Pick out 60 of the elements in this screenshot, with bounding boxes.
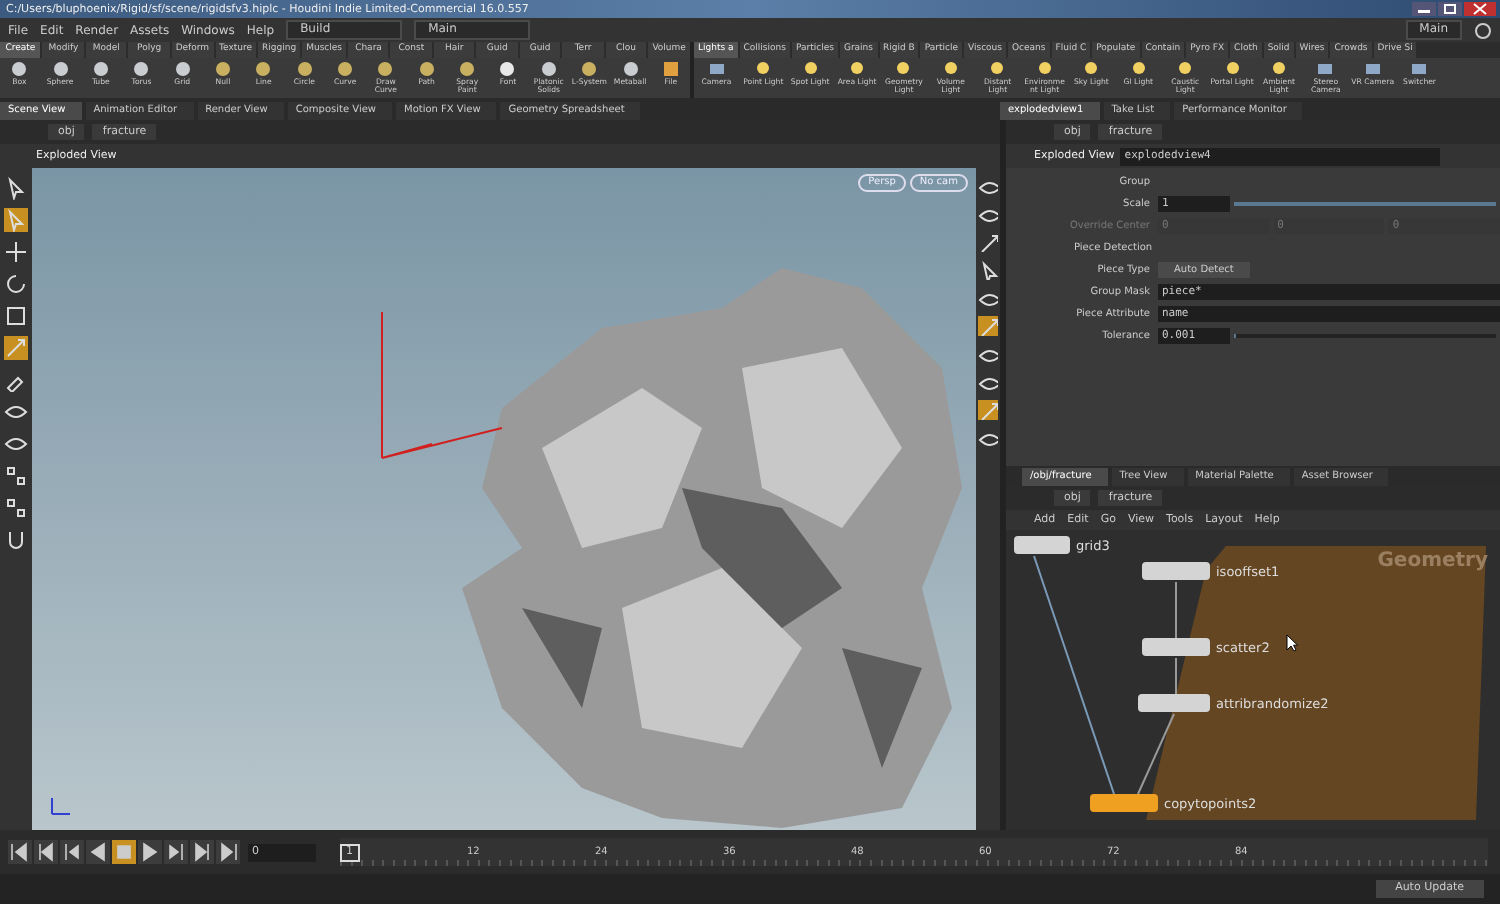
first-icon[interactable] bbox=[8, 840, 32, 864]
rotate-tool-icon[interactable] bbox=[4, 272, 28, 296]
snap-tool-icon[interactable] bbox=[4, 464, 28, 488]
select-tool-icon[interactable] bbox=[4, 176, 28, 200]
maximize-icon[interactable] bbox=[1438, 2, 1462, 16]
axis-indicator-icon bbox=[48, 794, 72, 818]
node-tile[interactable] bbox=[1142, 638, 1210, 656]
snap-tool-icon[interactable] bbox=[4, 496, 28, 520]
camera-icon bbox=[1410, 60, 1429, 78]
last-icon[interactable] bbox=[216, 840, 240, 864]
square-icon bbox=[661, 60, 680, 78]
sphere-icon bbox=[173, 60, 192, 78]
connection-wire bbox=[1137, 713, 1175, 795]
view-tool-icon[interactable] bbox=[978, 428, 998, 448]
node-tile[interactable] bbox=[1138, 694, 1210, 712]
sphere-icon bbox=[51, 60, 70, 78]
view-tool-icon[interactable] bbox=[4, 400, 28, 424]
play-back-icon[interactable] bbox=[86, 840, 110, 864]
play-icon[interactable] bbox=[138, 840, 162, 864]
sphere-icon bbox=[621, 60, 640, 78]
sphere-icon bbox=[10, 60, 29, 78]
mouse-cursor-icon bbox=[1286, 634, 1298, 652]
move-tool-icon[interactable] bbox=[4, 240, 28, 264]
prev-key-icon[interactable] bbox=[34, 840, 58, 864]
sphere-icon bbox=[132, 60, 151, 78]
node-tile[interactable] bbox=[1142, 562, 1210, 580]
magnet-tool-icon[interactable] bbox=[4, 528, 28, 552]
node-tile[interactable] bbox=[1014, 536, 1070, 554]
dot-icon bbox=[254, 60, 273, 78]
connection-wire bbox=[1175, 581, 1177, 639]
view-tool-icon[interactable] bbox=[4, 432, 28, 456]
view-tool-icon[interactable] bbox=[978, 176, 998, 196]
select-tool-icon[interactable] bbox=[978, 260, 998, 280]
sphere-icon bbox=[539, 60, 558, 78]
connection-wire bbox=[1175, 657, 1177, 695]
dot-icon bbox=[336, 60, 355, 78]
view-tool-icon[interactable] bbox=[978, 344, 998, 364]
dot-icon bbox=[376, 60, 395, 78]
help-icon[interactable] bbox=[1474, 21, 1492, 39]
dot-icon bbox=[580, 60, 599, 78]
node-tile[interactable] bbox=[1090, 794, 1158, 812]
step-back-icon[interactable] bbox=[60, 840, 84, 864]
view-tool-icon[interactable] bbox=[978, 288, 998, 308]
dot-icon bbox=[458, 60, 477, 78]
network-box-label: Geometry bbox=[1377, 550, 1488, 572]
camera-icon bbox=[707, 60, 726, 78]
dot-icon bbox=[295, 60, 314, 78]
scale-tool-icon[interactable] bbox=[4, 304, 28, 328]
camera-icon bbox=[1316, 60, 1335, 78]
sphere-icon bbox=[91, 60, 110, 78]
minimize-icon[interactable] bbox=[1412, 2, 1436, 16]
dot-icon bbox=[417, 60, 436, 78]
camera-icon bbox=[1363, 60, 1382, 78]
view-tool-icon[interactable] bbox=[978, 372, 998, 392]
view-tool-icon[interactable] bbox=[978, 204, 998, 224]
close-icon[interactable] bbox=[1464, 2, 1496, 16]
dot-icon bbox=[498, 60, 517, 78]
dot-icon bbox=[213, 60, 232, 78]
next-key-icon[interactable] bbox=[190, 840, 214, 864]
step-forward-icon[interactable] bbox=[164, 840, 188, 864]
